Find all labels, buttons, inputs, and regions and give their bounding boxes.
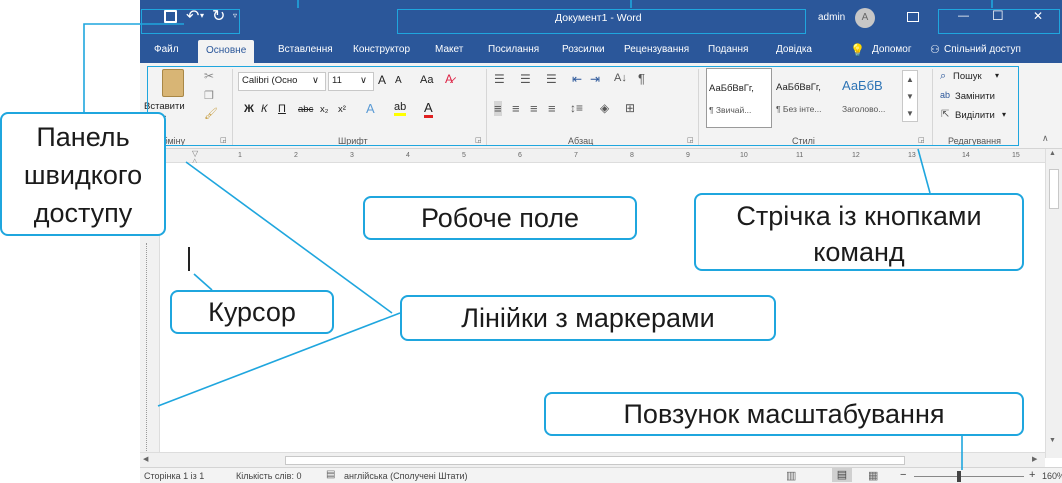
callout-rulers: Лінійки з маркерами	[400, 295, 776, 341]
callout-cursor: Курсор	[170, 290, 334, 334]
callout-zoom-slider: Повзунок масштабування	[544, 392, 1024, 436]
callout-work-area: Робоче поле	[363, 196, 637, 240]
callout-ribbon: Стрічка із кнопками команд	[694, 193, 1024, 271]
callout-quick-access: Панель швидкого доступу	[0, 112, 166, 236]
